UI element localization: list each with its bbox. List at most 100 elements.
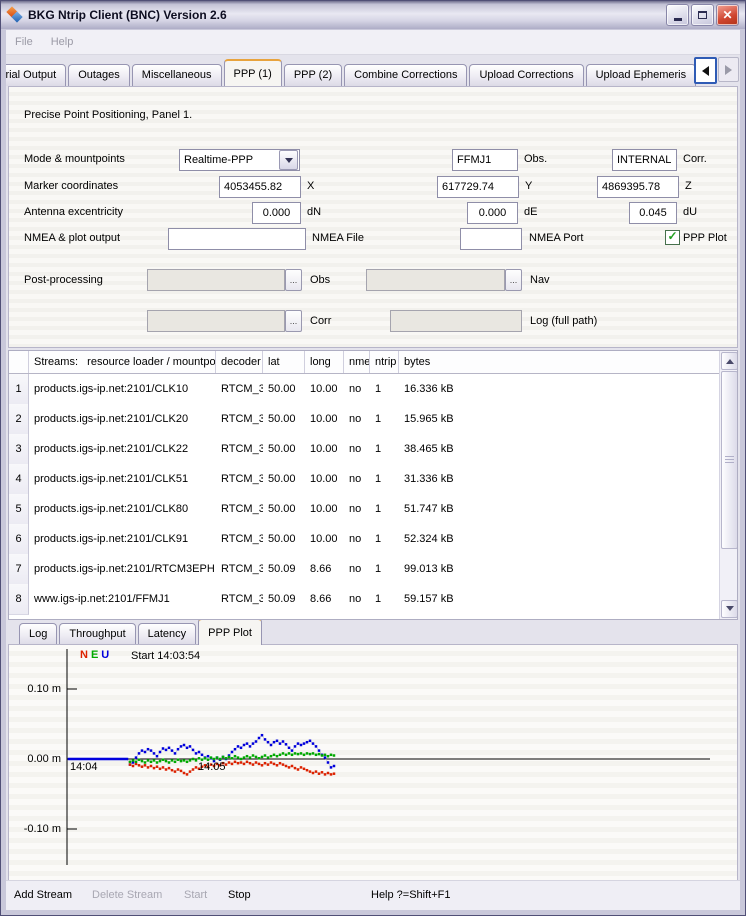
table-row[interactable]: 7products.igs-ip.net:2101/RTCM3EPHRTCM_3… — [9, 554, 737, 584]
obs-label: Obs. — [524, 153, 547, 165]
cell-decoder: RTCM_3 — [216, 554, 263, 585]
y-label: Y — [525, 180, 532, 192]
tab-serial-output[interactable]: Serial Output — [6, 64, 66, 86]
nmea-port-field[interactable] — [460, 228, 522, 250]
add-stream-action[interactable]: Add Stream — [14, 889, 72, 901]
tab-upload-corrections[interactable]: Upload Corrections — [469, 64, 583, 86]
minimize-button[interactable] — [666, 4, 689, 26]
panel-title: Precise Point Positioning, Panel 1. — [24, 109, 192, 121]
tab-ppp-1[interactable]: PPP (1) — [224, 59, 282, 86]
cell-bytes: 52.324 kB — [399, 524, 737, 555]
cell-mountpoint: products.igs-ip.net:2101/CLK51 — [29, 464, 216, 495]
scrollbar-grip — [725, 456, 734, 463]
left-arrow-icon — [702, 66, 709, 76]
column-header — [9, 351, 29, 373]
tab-outages[interactable]: Outages — [68, 64, 130, 86]
tab-ppp-2[interactable]: PPP (2) — [284, 64, 342, 86]
cell-nmea: no — [344, 434, 370, 465]
row-number: 5 — [9, 494, 29, 525]
cell-mountpoint: products.igs-ip.net:2101/CLK91 — [29, 524, 216, 555]
tab-log[interactable]: Log — [19, 623, 57, 645]
scroll-down-button[interactable] — [721, 600, 738, 618]
table-row[interactable]: 5products.igs-ip.net:2101/CLK80RTCM_3.05… — [9, 494, 737, 524]
nmea-file-label: NMEA File — [312, 232, 364, 244]
cell-long: 8.66 — [305, 584, 344, 615]
stop-action[interactable]: Stop — [228, 889, 251, 901]
cell-decoder: RTCM_3.0 — [216, 404, 263, 435]
chevron-down-icon — [285, 158, 293, 167]
post-obs-field — [147, 269, 285, 291]
plot-legend: NEU — [80, 649, 109, 661]
streams-table: Streams: resource loader / mountpointdec… — [8, 350, 738, 620]
scrollbar-thumb[interactable] — [721, 371, 738, 549]
post-obs-browse-button[interactable]: ... — [285, 269, 302, 291]
legend-u: U — [101, 649, 109, 661]
ppp-plot-checkbox[interactable]: ✓ — [665, 230, 680, 245]
post-corr-field — [147, 310, 285, 332]
post-obs-label: Obs — [310, 274, 330, 286]
marker-y-field[interactable] — [437, 176, 519, 198]
cell-lat: 50.09 — [263, 554, 305, 585]
cell-bytes: 99.013 kB — [399, 554, 737, 585]
x-tick-label: 14:04 — [70, 761, 98, 773]
antenna-dn-field[interactable] — [252, 202, 301, 224]
cell-nmea: no — [344, 554, 370, 585]
y-tick-label: -0.10 m — [13, 823, 61, 835]
mode-combobox[interactable]: Realtime-PPP — [179, 149, 300, 171]
mode-label: Mode & mountpoints — [24, 153, 125, 165]
plot-start-label: Start 14:03:54 — [131, 650, 200, 662]
marker-x-field[interactable] — [219, 176, 301, 198]
dropdown-button[interactable] — [279, 150, 298, 170]
dn-label: dN — [307, 206, 321, 218]
delete-stream-action: Delete Stream — [92, 889, 162, 901]
table-row[interactable]: 8www.igs-ip.net:2101/FFMJ1RTCM_3.050.098… — [9, 584, 737, 614]
scroll-up-button[interactable] — [721, 352, 738, 370]
table-row[interactable]: 6products.igs-ip.net:2101/CLK91RTCM_3.05… — [9, 524, 737, 554]
cell-lat: 50.00 — [263, 434, 305, 465]
cell-bytes: 16.336 kB — [399, 374, 737, 405]
ppp-plot-chart — [9, 645, 741, 880]
post-corr-browse-button[interactable]: ... — [285, 310, 302, 332]
cell-nmea: no — [344, 584, 370, 615]
row-number: 4 — [9, 464, 29, 495]
y-tick-label: 0.00 m — [13, 753, 61, 765]
table-scrollbar[interactable] — [719, 351, 737, 619]
corr-mountpoint-field[interactable] — [612, 149, 677, 171]
cell-mountpoint: products.igs-ip.net:2101/CLK22 — [29, 434, 216, 465]
maximize-button[interactable] — [691, 4, 714, 26]
tab-scroll-right-button — [718, 57, 739, 82]
column-header: bytes — [399, 351, 737, 373]
cell-lat: 50.00 — [263, 374, 305, 405]
obs-mountpoint-field[interactable] — [452, 149, 518, 171]
ppp-panel: Precise Point Positioning, Panel 1. Mode… — [8, 86, 738, 348]
cell-ntrip: 1 — [370, 434, 399, 465]
antenna-de-field[interactable] — [467, 202, 518, 224]
tab-ppp-plot[interactable]: PPP Plot — [198, 620, 262, 645]
table-row[interactable]: 3products.igs-ip.net:2101/CLK22RTCM_3.05… — [9, 434, 737, 464]
x-tick-label: 14:05 — [198, 761, 226, 773]
du-label: dU — [683, 206, 697, 218]
menu-file[interactable]: File — [15, 36, 33, 48]
tab-latency[interactable]: Latency — [138, 623, 197, 645]
menu-help[interactable]: Help — [51, 36, 74, 48]
tab-combine-corrections[interactable]: Combine Corrections — [344, 64, 467, 86]
table-row[interactable]: 1products.igs-ip.net:2101/CLK10RTCM_3.05… — [9, 374, 737, 404]
tab-throughput[interactable]: Throughput — [59, 623, 135, 645]
help-hint: Help ?=Shift+F1 — [371, 889, 451, 901]
tab-scroll-left-button[interactable] — [694, 57, 717, 84]
cell-decoder: RTCM_3.0 — [216, 464, 263, 495]
tab-miscellaneous[interactable]: Miscellaneous — [132, 64, 222, 86]
cell-long: 10.00 — [305, 494, 344, 525]
post-nav-browse-button[interactable]: ... — [505, 269, 522, 291]
close-button[interactable]: ✕ — [716, 4, 739, 26]
column-header: lat — [263, 351, 305, 373]
row-number: 1 — [9, 374, 29, 405]
table-row[interactable]: 2products.igs-ip.net:2101/CLK20RTCM_3.05… — [9, 404, 737, 434]
nmea-file-field[interactable] — [168, 228, 306, 250]
cell-bytes: 51.747 kB — [399, 494, 737, 525]
tab-upload-ephemeris[interactable]: Upload Ephemeris — [586, 64, 697, 86]
de-label: dE — [524, 206, 537, 218]
antenna-du-field[interactable] — [629, 202, 677, 224]
marker-z-field[interactable] — [597, 176, 679, 198]
table-row[interactable]: 4products.igs-ip.net:2101/CLK51RTCM_3.05… — [9, 464, 737, 494]
